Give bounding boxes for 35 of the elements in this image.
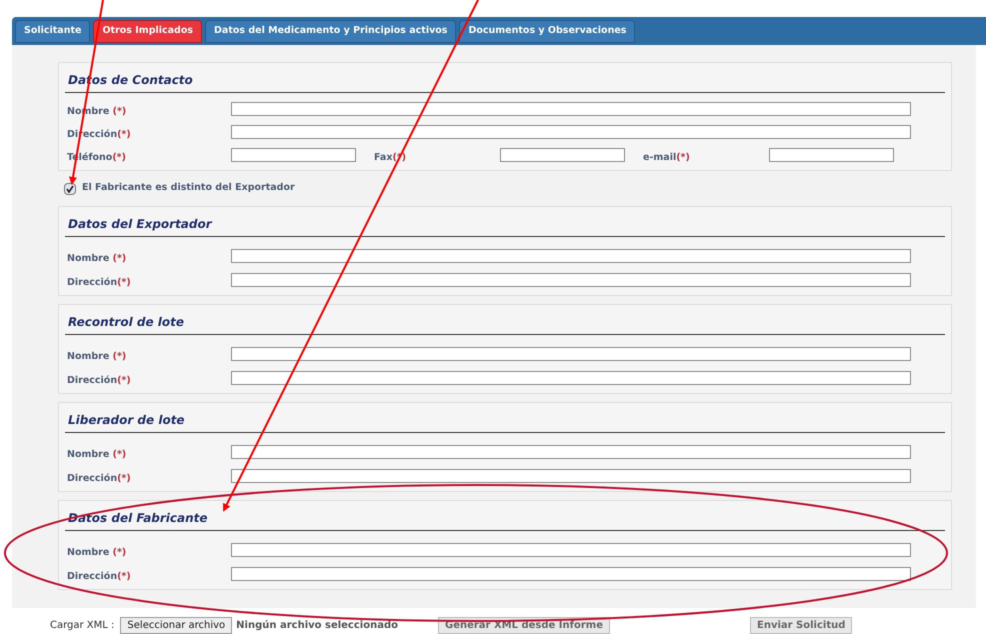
tab[interactable]: Solicitante	[15, 20, 90, 43]
text-field[interactable]	[231, 347, 911, 361]
field-label: Nombre (*)	[67, 449, 126, 460]
field-label: Nombre (*)	[67, 253, 126, 264]
text-field[interactable]	[231, 543, 911, 557]
text-field[interactable]	[231, 148, 356, 162]
text-field[interactable]	[231, 273, 911, 287]
text-field[interactable]	[231, 102, 911, 116]
text-field[interactable]	[231, 371, 911, 385]
send-button[interactable]: Enviar Solicitud	[750, 617, 852, 634]
text-field[interactable]	[231, 249, 911, 263]
file-status: Ningún archivo seleccionado	[236, 619, 398, 633]
field-label: e-mail(*)	[643, 152, 690, 162]
field-label: Nombre (*)	[67, 351, 126, 362]
section-title: Liberador de lote	[65, 403, 945, 433]
choose-file-button[interactable]: Seleccionar archivo	[120, 617, 232, 634]
field-label: Dirección(*)	[67, 571, 131, 582]
text-field[interactable]	[500, 148, 625, 162]
section-title: Recontrol de lote	[65, 305, 945, 335]
upload-label: Cargar XML :	[50, 619, 114, 633]
text-field[interactable]	[769, 148, 894, 162]
checkbox-label: El Fabricante es distinto del Exportador	[82, 181, 295, 196]
field-label: Dirección(*)	[67, 473, 131, 484]
text-field[interactable]	[231, 445, 911, 459]
field-label: Dirección(*)	[67, 375, 131, 386]
tab[interactable]: Datos del Medicamento y Principios activos	[205, 20, 456, 43]
field-label: Nombre (*)	[67, 547, 126, 558]
field-label: Dirección(*)	[67, 277, 131, 288]
section-title: Datos del Exportador	[65, 207, 945, 237]
tab[interactable]: Documentos y Observaciones	[459, 20, 636, 43]
text-field[interactable]	[231, 469, 911, 483]
text-field[interactable]	[231, 567, 911, 581]
text-field[interactable]	[231, 124, 911, 138]
checkbox[interactable]	[64, 182, 76, 194]
tab[interactable]: Otros Implicados	[93, 20, 202, 43]
